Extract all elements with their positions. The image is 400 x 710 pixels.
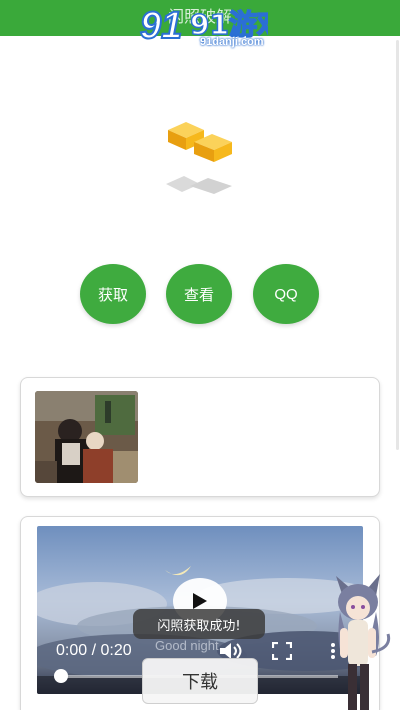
scrollbar[interactable] (396, 40, 399, 450)
mascot-character-image (336, 574, 391, 710)
video-progress-knob[interactable] (54, 669, 68, 683)
toast-message: 闪照获取成功! (133, 609, 265, 639)
flash-photo-thumbnail[interactable] (35, 391, 138, 483)
play-icon (193, 593, 207, 609)
watermark-site: 91danji.com (200, 36, 264, 48)
download-button[interactable]: 下载 (142, 658, 258, 704)
get-button[interactable]: 获取 (80, 264, 146, 324)
view-button[interactable]: 查看 (166, 264, 232, 324)
video-caption: Good night. (155, 638, 222, 653)
app-page: 闪照破解 91 91游戏 91danji.com 获取 查看 QQ (0, 0, 400, 710)
video-time: 0:00 / 0:20 (56, 642, 132, 659)
svg-text:91: 91 (140, 5, 182, 47)
fullscreen-icon[interactable] (272, 642, 292, 660)
photo-card (20, 377, 380, 497)
qq-button[interactable]: QQ (253, 264, 319, 324)
app-logo-icon (166, 122, 232, 194)
